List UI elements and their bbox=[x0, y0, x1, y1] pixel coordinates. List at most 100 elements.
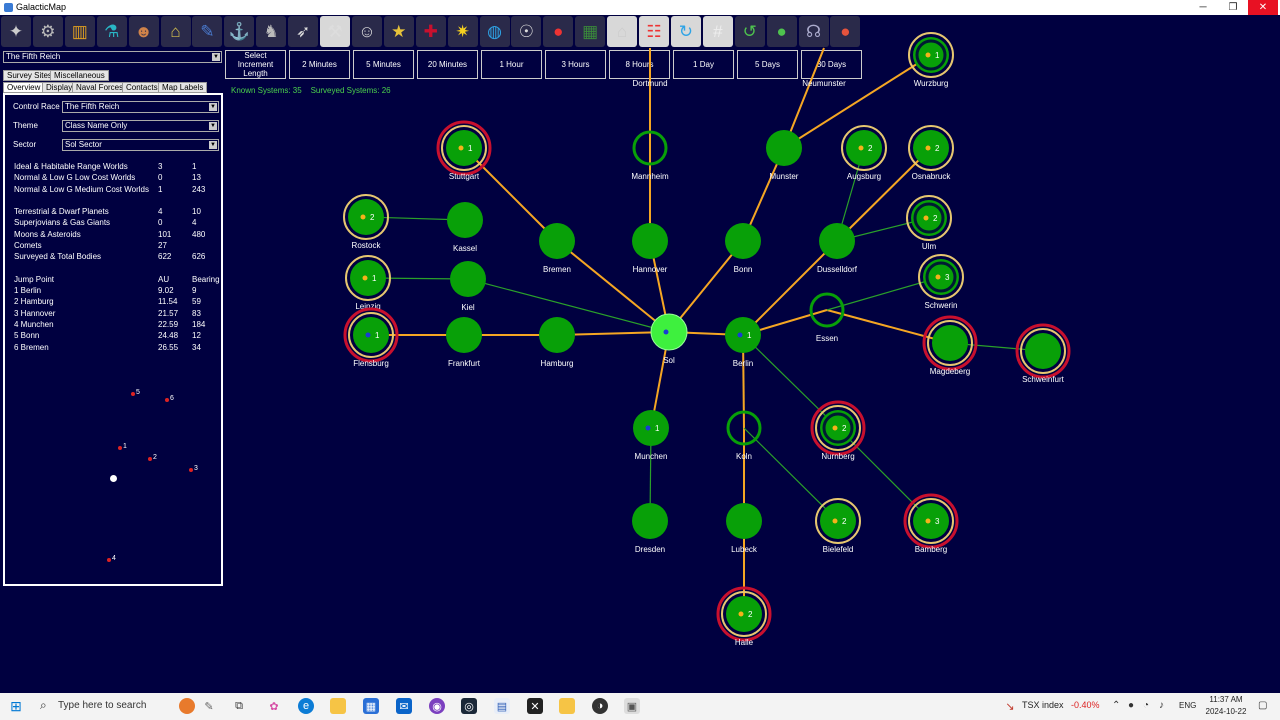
stock-ticker[interactable]: TSX index -0.40% bbox=[1022, 700, 1100, 710]
colony-dot bbox=[360, 214, 366, 220]
system-marker: 3 bbox=[935, 517, 940, 526]
system-node bbox=[1025, 333, 1061, 369]
chat-icon[interactable]: ◉ bbox=[429, 698, 445, 714]
mail-icon[interactable]: ✉ bbox=[396, 698, 412, 714]
system-node bbox=[632, 223, 668, 259]
steam-icon[interactable]: ◎ bbox=[461, 698, 477, 714]
store-icon[interactable]: ▦ bbox=[363, 698, 379, 714]
system-label: Munchen bbox=[635, 452, 668, 461]
notification-icon[interactable]: ▢ bbox=[1258, 700, 1267, 711]
colony-dot bbox=[737, 332, 743, 338]
colony-dot bbox=[458, 145, 464, 151]
aurora-icon[interactable]: ✕ bbox=[527, 698, 543, 714]
colony-dot bbox=[645, 425, 651, 431]
document-icon[interactable]: ▤ bbox=[494, 698, 510, 714]
media-icon[interactable]: ◑ bbox=[592, 698, 608, 714]
system-label: Kassel bbox=[453, 244, 477, 253]
microphone-icon[interactable]: ● bbox=[1128, 700, 1134, 711]
system-label: Bamberg bbox=[915, 545, 947, 554]
colony-dot bbox=[925, 145, 931, 151]
task-view-icon[interactable]: ⧉ bbox=[231, 698, 247, 714]
windows-start-icon[interactable]: ⊞ bbox=[8, 698, 24, 714]
app-icon[interactable]: ▣ bbox=[624, 698, 640, 714]
tool-icon[interactable]: ✎ bbox=[201, 698, 217, 714]
basketball-icon[interactable] bbox=[179, 698, 195, 714]
system-label: Mannheim bbox=[631, 172, 669, 181]
system-node bbox=[632, 503, 668, 539]
system-label: Bonn bbox=[734, 265, 753, 274]
system-label: Rostock bbox=[352, 241, 382, 250]
system-label: Lubeck bbox=[731, 545, 758, 554]
volume-icon[interactable]: ♪ bbox=[1159, 700, 1164, 711]
system-node bbox=[447, 202, 483, 238]
system-marker: 2 bbox=[748, 610, 753, 619]
jump-lane bbox=[743, 427, 839, 522]
system-marker: 1 bbox=[935, 51, 940, 60]
system-label: Hamburg bbox=[541, 359, 574, 368]
system-node bbox=[913, 130, 949, 166]
language-indicator[interactable]: ENG bbox=[1179, 701, 1196, 710]
system-node bbox=[819, 223, 855, 259]
system-marker: 2 bbox=[935, 144, 940, 153]
file-explorer-icon[interactable] bbox=[330, 698, 346, 714]
colony-dot bbox=[365, 332, 371, 338]
taskbar: ⊞ ⌕ Type here to search ✎ ⧉ ✿ e ▦ ✉ ◉ ◎ … bbox=[0, 693, 1280, 720]
system-label: Ulm bbox=[922, 242, 937, 251]
chevron-up-icon[interactable]: ⌃ bbox=[1112, 700, 1120, 711]
system-node bbox=[650, 313, 688, 351]
tsx-value: -0.40% bbox=[1071, 700, 1100, 710]
clock-date[interactable]: 2024-10-22 bbox=[1202, 707, 1250, 716]
stock-chart-icon[interactable]: ↘ bbox=[1002, 698, 1018, 714]
system-node bbox=[353, 317, 389, 353]
system-label: Kiel bbox=[461, 303, 475, 312]
system-label: Koln bbox=[736, 452, 752, 461]
system-label: Dortmund bbox=[632, 79, 667, 88]
system-node bbox=[539, 317, 575, 353]
system-node bbox=[450, 261, 486, 297]
galactic-map[interactable]: Dortmund Neumunster 1 Wurzburg 1 Stuttgart Man… bbox=[0, 0, 1280, 693]
system-marker: 2 bbox=[933, 214, 938, 223]
system-label: Berlin bbox=[733, 359, 753, 368]
system-node bbox=[820, 503, 856, 539]
system-node bbox=[766, 130, 802, 166]
system-label: Augsburg bbox=[847, 172, 881, 181]
system-label: Bielefeld bbox=[823, 545, 854, 554]
system-marker: 1 bbox=[372, 274, 377, 283]
colony-dot bbox=[663, 329, 669, 335]
system-marker: 2 bbox=[370, 213, 375, 222]
system-label: Schweinfurt bbox=[1022, 375, 1065, 384]
system-node bbox=[726, 503, 762, 539]
system-label: Halle bbox=[735, 638, 754, 647]
system-marker: 1 bbox=[747, 331, 752, 340]
colony-dot bbox=[935, 274, 941, 280]
colony-dot bbox=[923, 215, 929, 221]
edge-icon[interactable]: e bbox=[298, 698, 314, 714]
colony-dot bbox=[362, 275, 368, 281]
system-marker: 1 bbox=[468, 144, 473, 153]
system-node bbox=[633, 410, 669, 446]
system-label: Osnabruck bbox=[912, 172, 952, 181]
colony-dot bbox=[925, 518, 931, 524]
system-node bbox=[725, 223, 761, 259]
search-placeholder: Type here to search bbox=[58, 700, 147, 711]
network-icon[interactable]: ◔ bbox=[1143, 700, 1149, 711]
system-label: Schwerin bbox=[925, 301, 958, 310]
colony-dot bbox=[858, 145, 864, 151]
taskbar-search[interactable]: ⌕ Type here to search bbox=[32, 693, 224, 720]
system-marker: 2 bbox=[842, 424, 847, 433]
system-label: Munster bbox=[770, 172, 799, 181]
system-node bbox=[350, 260, 386, 296]
jump-lane bbox=[837, 427, 932, 522]
system-label: Frankfurt bbox=[448, 359, 481, 368]
folder-icon[interactable] bbox=[559, 698, 575, 714]
copilot-icon[interactable]: ✿ bbox=[266, 698, 282, 714]
system-node bbox=[446, 130, 482, 166]
system-node bbox=[446, 317, 482, 353]
colony-dot bbox=[925, 52, 931, 58]
system-label: Bremen bbox=[543, 265, 571, 274]
system-label: Essen bbox=[816, 334, 838, 343]
clock-time[interactable]: 11:37 AM bbox=[1202, 695, 1250, 704]
system-marker: 3 bbox=[945, 273, 950, 282]
system-node bbox=[913, 503, 949, 539]
system-node bbox=[846, 130, 882, 166]
